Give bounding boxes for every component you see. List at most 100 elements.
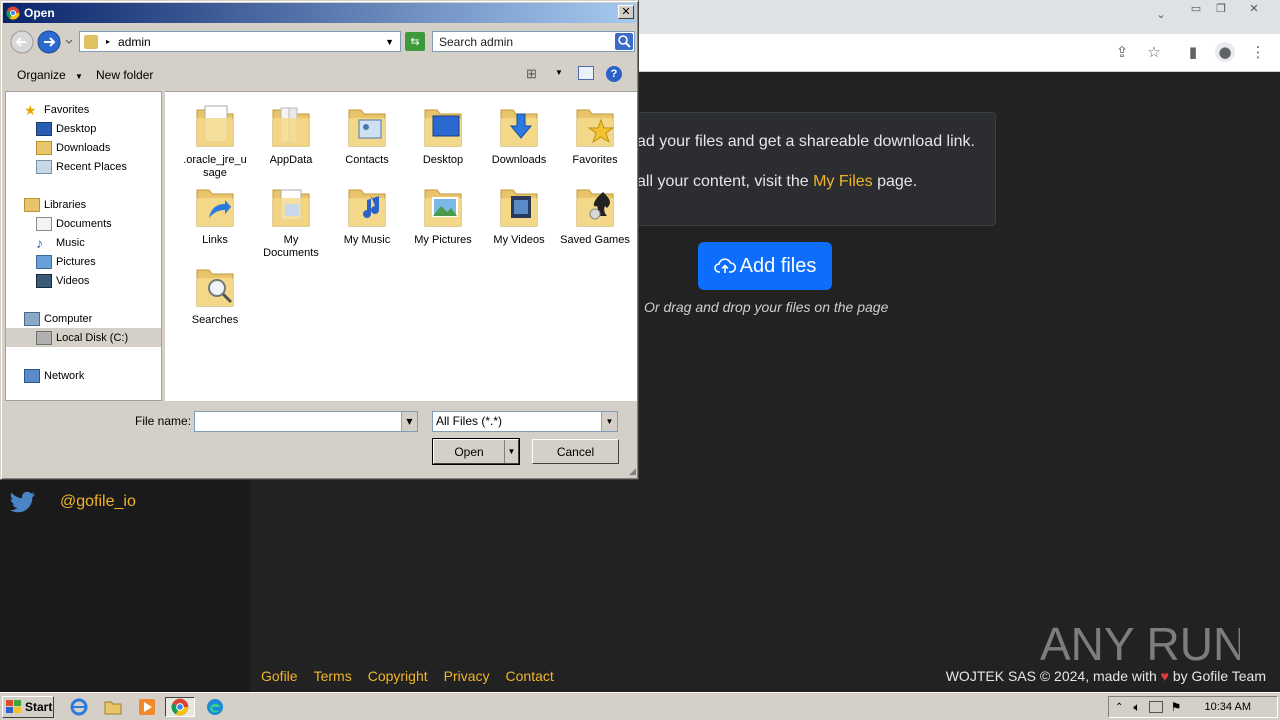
folder-icon xyxy=(272,107,310,147)
file-item-saved-games[interactable]: Saved Games xyxy=(559,180,631,247)
resize-grip-icon[interactable]: ◢ xyxy=(629,467,636,477)
breadcrumb-arrow-icon[interactable]: ▸ xyxy=(106,37,110,46)
profile-icon[interactable]: ● xyxy=(1215,42,1235,62)
restore-icon[interactable]: ❐ xyxy=(1210,2,1232,16)
tray-expand-icon[interactable]: ⌃ xyxy=(1115,702,1123,713)
downloads-folder-icon xyxy=(36,140,52,155)
minimize-icon[interactable]: ▭ xyxy=(1185,2,1207,16)
search-placeholder: Search admin xyxy=(439,34,514,49)
file-item-my-pictures[interactable]: My Pictures xyxy=(407,180,479,247)
file-item-favorites[interactable]: Favorites xyxy=(559,100,631,167)
dialog-title: Open xyxy=(24,6,55,20)
organize-menu[interactable]: Organize ▼ xyxy=(17,68,83,82)
address-bar[interactable]: ▸ admin ▼ xyxy=(79,31,401,52)
footer-link-terms[interactable]: Terms xyxy=(314,668,352,684)
edge-icon[interactable] xyxy=(204,697,226,717)
network-tray-icon[interactable] xyxy=(1148,701,1163,713)
address-dropdown-icon[interactable]: ▼ xyxy=(385,37,394,47)
address-path: admin xyxy=(118,34,151,49)
clock[interactable]: 10:34 AM xyxy=(1205,701,1251,713)
file-item-desktop[interactable]: Desktop xyxy=(407,100,479,167)
footer-link-contact[interactable]: Contact xyxy=(506,668,554,684)
cloud-upload-icon xyxy=(713,258,736,273)
folder-desktop-icon xyxy=(424,109,462,147)
file-name-input[interactable]: ▼ xyxy=(194,411,418,432)
folder-links-icon xyxy=(196,189,234,227)
close-window-icon[interactable]: ✕ xyxy=(1243,2,1265,16)
internet-explorer-icon[interactable] xyxy=(68,697,90,717)
twitter-handle-link[interactable]: @gofile_io xyxy=(60,493,136,511)
tab-search-icon[interactable]: ⌄ xyxy=(1150,8,1172,22)
footer-link-copyright[interactable]: Copyright xyxy=(368,668,428,684)
cancel-button[interactable]: Cancel xyxy=(532,439,619,464)
star-icon: ★ xyxy=(24,101,37,118)
folder-pictures-icon xyxy=(424,189,462,227)
file-list-pane: .oracle_jre_u sage AppData Contacts Desk… xyxy=(165,91,637,401)
file-item-contacts[interactable]: Contacts xyxy=(331,100,403,167)
view-dropdown-icon[interactable]: ▼ xyxy=(555,68,563,77)
bookmark-star-icon[interactable]: ☆ xyxy=(1144,42,1164,62)
file-name-dropdown-icon[interactable]: ▼ xyxy=(401,412,417,431)
dialog-titlebar[interactable]: Open ✕ xyxy=(3,3,636,23)
file-item-searches[interactable]: Searches xyxy=(179,260,251,327)
nav-favorites[interactable]: ★ Favorites xyxy=(24,100,179,119)
volume-icon[interactable]: 🔈︎ xyxy=(1133,700,1140,715)
file-type-select[interactable]: All Files (*.*) ▼ xyxy=(432,411,618,432)
folder-document-icon xyxy=(196,105,234,147)
navigation-pane: ★ Favorites Desktop Downloads Recent Plac… xyxy=(5,91,162,401)
footer-link-privacy[interactable]: Privacy xyxy=(444,668,490,684)
libraries-icon xyxy=(24,197,40,212)
taskbar: Start ⌃ 🔈︎ ⚑ 10:34 AM xyxy=(0,692,1280,720)
file-item-appdata[interactable]: AppData xyxy=(255,100,327,167)
footer-links: Gofile Terms Copyright Privacy Contact xyxy=(261,668,554,684)
file-item-links[interactable]: Links xyxy=(179,180,251,247)
watermark-text: ANY RUN xyxy=(1040,618,1240,670)
file-explorer-icon[interactable] xyxy=(102,697,124,717)
file-item-downloads[interactable]: Downloads xyxy=(483,100,555,167)
twitter-link-row[interactable]: @gofile_io xyxy=(10,490,136,514)
menu-kebab-icon[interactable]: ⋮ xyxy=(1248,42,1268,62)
dialog-close-button[interactable]: ✕ xyxy=(618,5,634,19)
open-file-dialog: Open ✕ ▸ admin ▼ ⇆ Search admin Organize… xyxy=(0,0,639,480)
open-button[interactable]: Open ▼ xyxy=(433,439,519,464)
view-options-icon[interactable]: ⊞ xyxy=(526,66,537,82)
folder-favorites-icon xyxy=(576,109,615,147)
computer-icon xyxy=(24,311,40,326)
open-options-dropdown-icon[interactable]: ▼ xyxy=(504,440,518,463)
nav-network[interactable]: Network xyxy=(24,366,179,385)
file-item-oracle-jre[interactable]: .oracle_jre_u sage xyxy=(179,100,251,180)
file-type-value: All Files (*.*) xyxy=(436,414,503,428)
my-files-link[interactable]: My Files xyxy=(813,173,873,190)
action-center-flag-icon[interactable]: ⚑ xyxy=(1171,700,1182,714)
nav-computer[interactable]: Computer xyxy=(24,309,179,328)
file-item-my-music[interactable]: My Music xyxy=(331,180,403,247)
search-input[interactable]: Search admin xyxy=(432,31,635,52)
footer-link-gofile[interactable]: Gofile xyxy=(261,668,298,684)
file-item-my-documents[interactable]: My Documents xyxy=(255,180,327,260)
share-icon[interactable]: ⇪ xyxy=(1112,42,1132,62)
new-folder-button[interactable]: New folder xyxy=(96,68,153,82)
preview-pane-icon[interactable] xyxy=(578,66,594,80)
desktop-icon xyxy=(36,121,52,136)
refresh-icon[interactable]: ⇆ xyxy=(405,32,425,51)
media-player-icon[interactable] xyxy=(136,697,158,717)
pictures-icon xyxy=(36,254,52,269)
chrome-taskbar-icon[interactable] xyxy=(165,697,195,717)
info-text-myfiles: all your content, visit the My Files pag… xyxy=(637,173,918,190)
file-type-dropdown-icon[interactable]: ▼ xyxy=(601,412,617,431)
folder-music-icon xyxy=(348,189,386,227)
network-icon xyxy=(24,368,40,383)
start-button[interactable]: Start xyxy=(2,696,54,718)
nav-local-disk[interactable]: Local Disk (C:) xyxy=(6,328,161,347)
help-icon[interactable]: ? xyxy=(606,66,622,82)
command-bar: Organize ▼ New folder ⊞ ▼ ? xyxy=(3,61,636,89)
side-panel-icon[interactable]: ▮ xyxy=(1183,42,1203,62)
search-icon[interactable] xyxy=(615,33,633,50)
folder-search-icon xyxy=(196,269,234,307)
folder-games-icon xyxy=(576,189,614,227)
add-files-button[interactable]: Add files xyxy=(698,242,832,290)
user-folder-icon xyxy=(84,34,98,49)
file-item-my-videos[interactable]: My Videos xyxy=(483,180,555,247)
nav-libraries[interactable]: Libraries xyxy=(24,195,179,214)
folder-downloads-icon xyxy=(500,109,538,147)
